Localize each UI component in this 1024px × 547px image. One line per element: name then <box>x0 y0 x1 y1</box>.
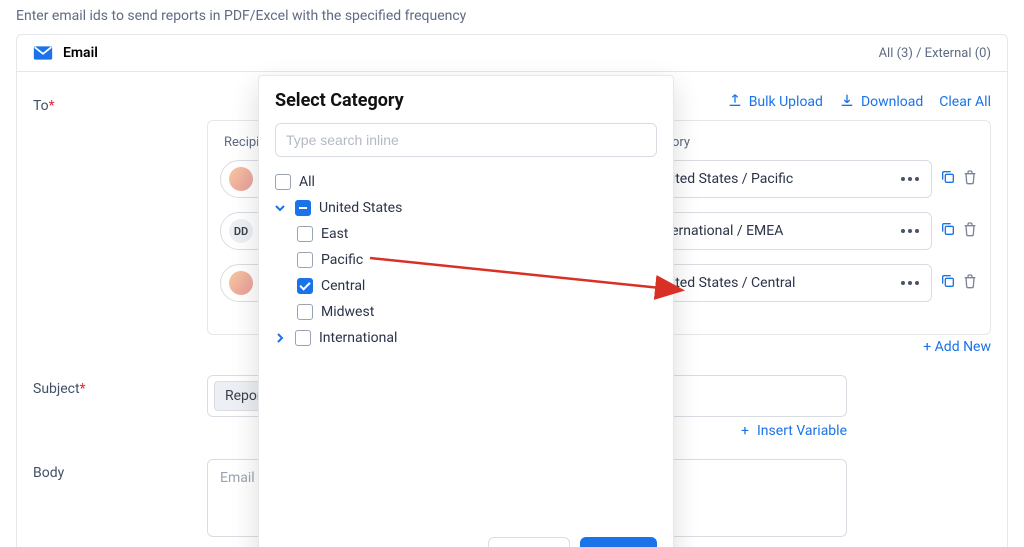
category-select[interactable]: United States / Pacific <box>642 160 932 198</box>
checkbox-unchecked[interactable] <box>275 174 291 190</box>
more-icon <box>901 281 919 285</box>
clear-all-link[interactable]: Clear All <box>939 94 991 110</box>
panel-counts: All (3) / External (0) <box>879 46 991 61</box>
delete-icon[interactable] <box>962 169 978 189</box>
more-icon <box>901 229 919 233</box>
tree-label: Midwest <box>321 304 374 320</box>
col-header-category: Category <box>638 135 928 150</box>
plus-icon: + <box>741 423 749 439</box>
email-icon <box>33 45 53 61</box>
modal-title: Select Category <box>275 90 657 111</box>
to-label: To <box>33 98 49 114</box>
category-value: International / EMEA <box>655 223 783 239</box>
insert-variable-button[interactable]: + Insert Variable <box>741 423 847 439</box>
download-link[interactable]: Download <box>839 92 923 112</box>
tree-label: International <box>319 330 397 346</box>
avatar <box>229 167 253 191</box>
copy-icon[interactable] <box>940 273 956 293</box>
tree-label: Central <box>321 278 365 294</box>
checkbox-checked[interactable] <box>297 278 313 294</box>
subject-label: Subject <box>33 381 80 397</box>
checkbox-unchecked[interactable] <box>297 304 313 320</box>
checkbox-unchecked[interactable] <box>297 226 313 242</box>
checkbox-unchecked[interactable] <box>295 330 311 346</box>
upload-icon <box>727 92 743 112</box>
tree-node-all[interactable]: All <box>275 169 657 195</box>
page-description: Enter email ids to send reports in PDF/E… <box>16 8 1008 24</box>
checkbox-indeterminate[interactable] <box>295 200 311 216</box>
required-asterisk: * <box>80 381 86 397</box>
tree-label: All <box>299 174 315 190</box>
insert-variable-label: Insert Variable <box>757 423 847 439</box>
cancel-button[interactable]: Cancel <box>488 537 570 547</box>
category-select[interactable]: United States / Central <box>642 264 932 302</box>
download-icon <box>839 92 855 112</box>
tree-node-united-states[interactable]: United States <box>275 195 657 221</box>
modal-search-input[interactable] <box>275 123 657 157</box>
category-tree: All United States East Pacific Central <box>275 169 657 351</box>
tree-node-east[interactable]: East <box>297 221 657 247</box>
body-label: Body <box>33 465 64 481</box>
bulk-upload-label: Bulk Upload <box>749 94 823 110</box>
select-category-modal: Select Category All United States East P… <box>258 75 674 547</box>
tree-node-international[interactable]: International <box>275 325 657 351</box>
tree-node-midwest[interactable]: Midwest <box>297 299 657 325</box>
bulk-upload-link[interactable]: Bulk Upload <box>727 92 823 112</box>
delete-icon[interactable] <box>962 273 978 293</box>
avatar <box>229 271 253 295</box>
select-button[interactable]: Select <box>580 537 657 547</box>
checkbox-unchecked[interactable] <box>297 252 313 268</box>
tree-label: Pacific <box>321 252 363 268</box>
delete-icon[interactable] <box>962 221 978 241</box>
copy-icon[interactable] <box>940 169 956 189</box>
panel-title: Email <box>63 45 98 61</box>
category-value: United States / Pacific <box>655 171 793 187</box>
tree-node-pacific[interactable]: Pacific <box>297 247 657 273</box>
chevron-right-icon[interactable] <box>275 333 287 343</box>
tree-label: East <box>321 226 348 242</box>
category-value: United States / Central <box>655 275 795 291</box>
tree-node-central[interactable]: Central <box>297 273 657 299</box>
panel-header: Email All (3) / External (0) <box>17 35 1007 72</box>
more-icon <box>901 177 919 181</box>
avatar: DD <box>229 219 253 243</box>
required-asterisk: * <box>49 98 55 114</box>
tree-label: United States <box>319 200 402 216</box>
copy-icon[interactable] <box>940 221 956 241</box>
category-select[interactable]: International / EMEA <box>642 212 932 250</box>
chevron-down-icon[interactable] <box>275 203 287 213</box>
download-label: Download <box>861 94 923 110</box>
